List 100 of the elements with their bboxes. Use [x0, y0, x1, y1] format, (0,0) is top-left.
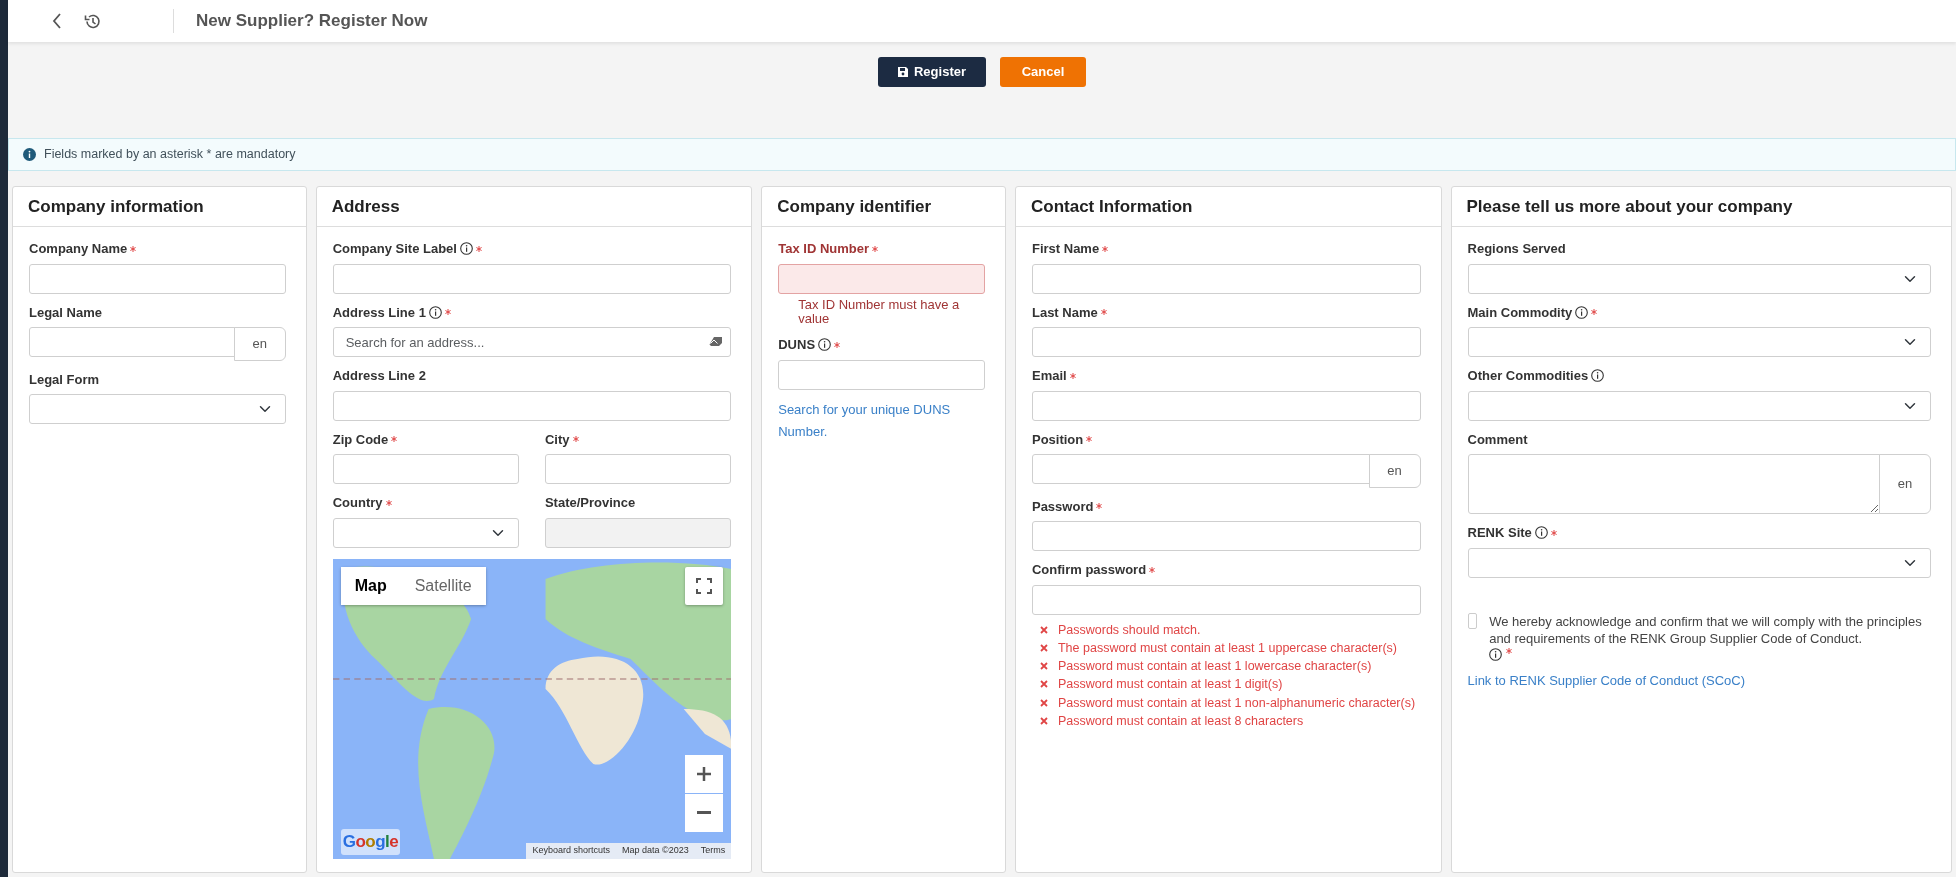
section-title: Please tell us more about your company — [1466, 195, 1793, 218]
comment-field[interactable] — [1467, 454, 1880, 514]
field-label: Legal Name — [29, 303, 102, 322]
cross-icon — [1039, 698, 1048, 707]
map-attribution[interactable]: Map data ©2023 — [616, 843, 695, 859]
required-asterisk-icon — [1102, 245, 1109, 252]
fullscreen-icon — [696, 577, 713, 594]
history-icon[interactable] — [84, 12, 101, 30]
required-asterisk-icon — [130, 245, 137, 252]
cross-icon — [1039, 662, 1048, 671]
text-field[interactable] — [29, 327, 235, 357]
save-icon — [898, 67, 908, 77]
cross-icon — [1039, 716, 1048, 725]
password-field[interactable] — [1031, 584, 1421, 615]
text-field[interactable] — [29, 263, 286, 294]
field-label: Regions Served — [1467, 240, 1566, 258]
fullscreen-button[interactable] — [685, 566, 724, 605]
field-label: Tax ID Number — [778, 240, 869, 258]
validation-message: Password must contain at least 1 digit(s) — [1031, 676, 1421, 693]
field-label: State/Province — [544, 494, 636, 512]
required-asterisk-icon — [391, 436, 398, 443]
link[interactable]: Search for your unique DUNS Number. — [778, 398, 985, 445]
text-field[interactable] — [1031, 454, 1370, 484]
required-asterisk-icon — [475, 245, 482, 252]
language-selector[interactable]: en — [1368, 454, 1421, 488]
map-type-tab[interactable]: Satellite — [400, 566, 486, 605]
text-field[interactable] — [544, 517, 732, 548]
field-label: First Name — [1031, 240, 1100, 258]
text-field[interactable] — [1031, 327, 1421, 357]
text-field[interactable] — [332, 454, 519, 484]
field-label: Confirm password — [1031, 561, 1147, 579]
required-asterisk-icon — [1591, 309, 1598, 316]
map-logo: Google — [340, 829, 401, 855]
dropdown[interactable] — [1467, 327, 1931, 357]
dropdown[interactable] — [1467, 263, 1931, 294]
map-attribution[interactable]: Terms — [694, 843, 732, 859]
text-field[interactable] — [332, 390, 732, 421]
plus-icon — [696, 765, 713, 782]
field-label: Legal Form — [29, 370, 100, 389]
validation-message: Passwords should match. — [1031, 621, 1421, 638]
consent-text: We hereby acknowledge and confirm that we will comply with the principles and requirements of the RENK Group Supplier Code of Conduct. — [1489, 612, 1923, 648]
map-type-tab[interactable]: Map — [340, 566, 401, 605]
section-title: Company identifier — [777, 195, 932, 218]
register-button[interactable]: Register — [878, 57, 986, 87]
required-asterisk-icon — [872, 245, 878, 252]
zoom-out-button[interactable] — [685, 793, 724, 832]
error-message: Tax ID Number must have a value — [797, 297, 961, 327]
cross-icon — [1039, 643, 1048, 652]
required-asterisk-icon — [1550, 529, 1557, 536]
section-title: Address — [331, 195, 400, 218]
text-field[interactable] — [332, 263, 732, 294]
text-field[interactable] — [778, 263, 985, 294]
validation-message: Password must contain at least 1 lowercase character(s) — [1031, 658, 1421, 675]
field-label: Position — [1031, 430, 1084, 449]
required-asterisk-icon — [1149, 566, 1156, 573]
checkbox[interactable] — [1467, 612, 1478, 629]
map-attribution[interactable]: Keyboard shortcuts — [526, 843, 617, 859]
info-icon — [23, 148, 36, 161]
text-field[interactable] — [1031, 390, 1421, 421]
language-selector[interactable]: en — [1879, 454, 1931, 514]
zoom-in-button[interactable] — [685, 754, 724, 793]
page-title: New Supplier? Register Now — [196, 10, 428, 33]
dropdown[interactable] — [332, 517, 519, 548]
eraser-icon[interactable] — [709, 336, 724, 347]
cross-icon — [1039, 680, 1048, 689]
required-asterisk-icon — [834, 341, 841, 348]
field-label: Other Commodities — [1467, 367, 1589, 385]
section-title: Contact Information — [1030, 195, 1193, 218]
info-icon — [428, 305, 442, 319]
info-icon — [1534, 526, 1548, 540]
language-selector[interactable]: en — [233, 327, 286, 361]
password-field[interactable] — [1031, 521, 1421, 551]
info-icon — [1575, 305, 1589, 319]
field-label: Password — [1031, 497, 1094, 516]
required-asterisk-icon — [385, 499, 392, 506]
text-field[interactable] — [778, 359, 985, 390]
text-field[interactable] — [544, 454, 732, 484]
info-icon — [818, 338, 832, 352]
field-label: Comment — [1467, 430, 1528, 449]
back-icon[interactable] — [52, 13, 62, 29]
field-label: DUNS — [778, 336, 816, 355]
dropdown[interactable] — [1467, 547, 1931, 578]
field-label: Company Site Label — [332, 240, 457, 258]
validation-message: The password must contain at least 1 uppercase character(s) — [1031, 639, 1421, 656]
link[interactable]: Link to RENK Supplier Code of Conduct (SCoC) — [1467, 669, 1931, 693]
text-field[interactable] — [1031, 263, 1421, 294]
cross-icon — [1039, 625, 1048, 634]
field-label: Last Name — [1031, 303, 1098, 322]
address-search-field[interactable]: Search for an address... — [332, 327, 732, 357]
validation-message: Password must contain at least 1 non-alphanumeric character(s) — [1031, 694, 1421, 711]
dropdown[interactable] — [1467, 390, 1931, 421]
info-icon — [1591, 369, 1605, 383]
required-asterisk-icon — [444, 309, 451, 316]
field-label: Address Line 2 — [332, 367, 426, 385]
dropdown[interactable] — [29, 394, 286, 424]
field-label: Main Commodity — [1467, 303, 1573, 322]
info-icon — [1489, 647, 1503, 661]
notice-text: Fields marked by an asterisk * are mandatory — [44, 146, 296, 164]
field-label: Address Line 1 — [332, 303, 426, 322]
minus-icon — [697, 811, 712, 814]
